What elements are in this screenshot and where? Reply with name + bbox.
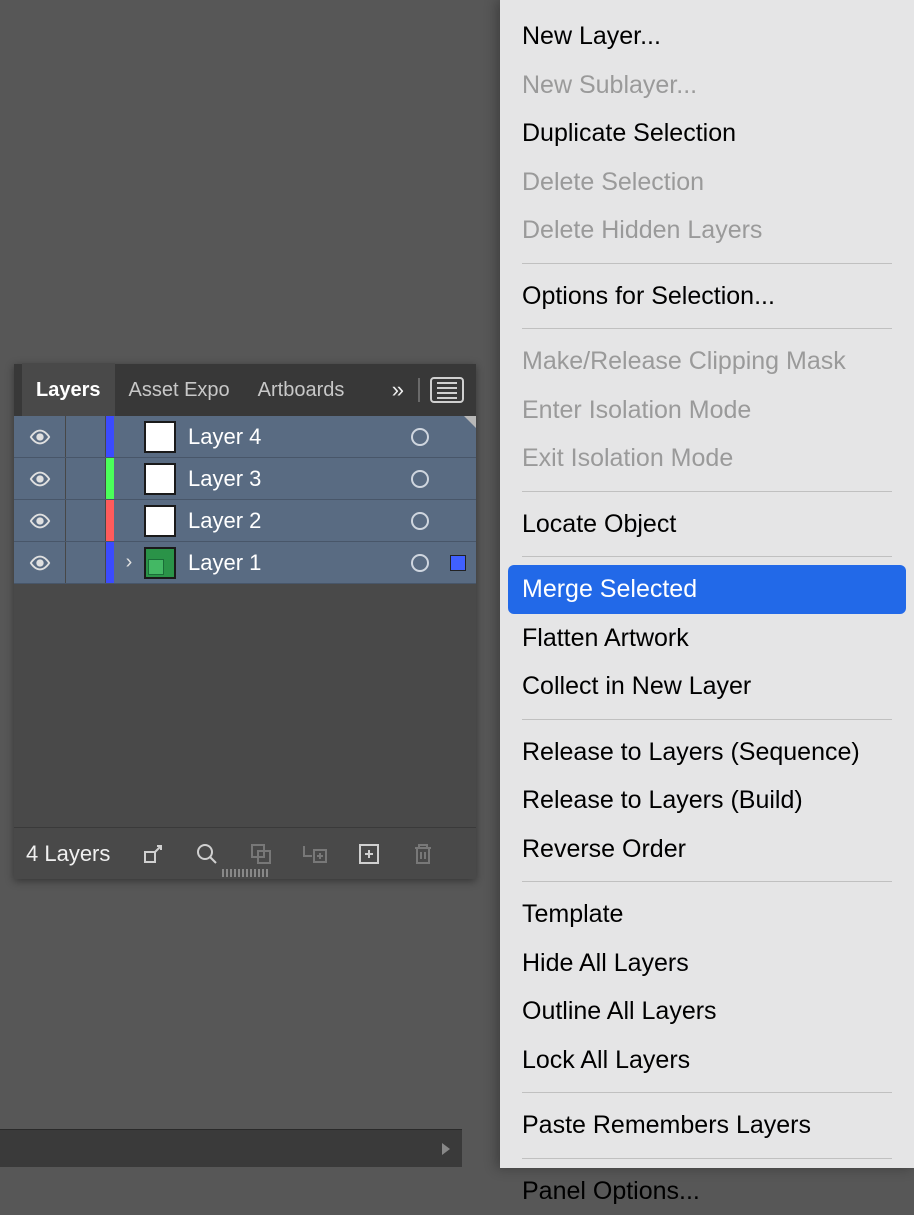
layers-list: Layer 4 Layer 3 Layer 2 › Layer 1 [14,416,476,584]
menu-separator [522,556,892,557]
menu-separator [522,1092,892,1093]
menu-separator [522,881,892,882]
menu-item-new-layer[interactable]: New Layer... [500,12,914,61]
layer-name-label[interactable]: Layer 3 [188,466,400,492]
resize-gripper-icon[interactable] [205,869,285,881]
panel-menu-button[interactable] [430,377,464,403]
layers-panel: Layers Asset Expo Artboards » Layer 4Lay… [14,364,476,879]
layer-row[interactable]: Layer 4 [14,416,476,458]
menu-item-reverse-order[interactable]: Reverse Order [500,825,914,874]
eye-icon [29,468,51,490]
menu-separator [522,491,892,492]
menu-item-duplicate-selection[interactable]: Duplicate Selection [500,109,914,158]
delete-icon[interactable] [410,841,436,867]
menu-item-hide-all-layers[interactable]: Hide All Layers [500,939,914,988]
menu-item-template[interactable]: Template [500,890,914,939]
target-circle-icon [411,428,429,446]
menu-separator [522,719,892,720]
chevron-right-icon: › [126,551,133,574]
target-toggle[interactable] [400,512,440,530]
visibility-toggle[interactable] [14,542,66,583]
menu-item-exit-isolation-mode: Exit Isolation Mode [500,434,914,483]
tabs-overflow-icon[interactable]: » [388,377,408,403]
menu-item-lock-all-layers[interactable]: Lock All Layers [500,1036,914,1085]
menu-separator [522,328,892,329]
menu-item-collect-in-new-layer[interactable]: Collect in New Layer [500,662,914,711]
menu-item-flatten-artwork[interactable]: Flatten Artwork [500,614,914,663]
layer-color-bar [106,542,114,583]
tab-artboards[interactable]: Artboards [244,363,359,418]
layer-color-bar [106,416,114,457]
layer-row[interactable]: Layer 3 [14,458,476,500]
visibility-toggle[interactable] [14,416,66,457]
layer-row[interactable]: Layer 2 [14,500,476,542]
lock-toggle[interactable] [66,416,106,457]
layers-empty-area[interactable] [14,584,476,827]
expand-toggle[interactable]: › [114,551,144,574]
target-toggle[interactable] [400,554,440,572]
layer-name-label[interactable]: Layer 2 [188,508,400,534]
menu-item-options-for-selection[interactable]: Options for Selection... [500,272,914,321]
target-toggle[interactable] [400,470,440,488]
panel-tabs: Layers Asset Expo Artboards » [14,364,476,416]
layer-name-label[interactable]: Layer 4 [188,424,400,450]
menu-item-merge-selected[interactable]: Merge Selected [508,565,906,614]
layer-thumbnail [144,547,176,579]
menu-item-new-sublayer: New Sublayer... [500,61,914,110]
panel-context-menu: New Layer...New Sublayer...Duplicate Sel… [500,0,914,1168]
menu-item-outline-all-layers[interactable]: Outline All Layers [500,987,914,1036]
target-toggle[interactable] [400,428,440,446]
panel-footer: 4 Layers [14,827,476,879]
eye-icon [29,552,51,574]
target-circle-icon [411,554,429,572]
search-icon[interactable] [194,841,220,867]
layer-color-bar [106,458,114,499]
menu-item-paste-remembers-layers[interactable]: Paste Remembers Layers [500,1101,914,1150]
tab-layers[interactable]: Layers [22,363,115,418]
scrollbar-right-icon[interactable] [436,1139,456,1159]
layer-name-label[interactable]: Layer 1 [188,550,400,576]
menu-separator [522,263,892,264]
target-circle-icon [411,470,429,488]
target-circle-icon [411,512,429,530]
layer-count-label: 4 Layers [26,841,110,867]
layer-thumbnail [144,421,176,453]
eye-icon [29,426,51,448]
menu-item-make-release-clipping-mask: Make/Release Clipping Mask [500,337,914,386]
lock-toggle[interactable] [66,542,106,583]
selection-box-icon [450,555,466,571]
clip-mask-icon[interactable] [248,841,274,867]
visibility-toggle[interactable] [14,500,66,541]
menu-item-delete-selection: Delete Selection [500,158,914,207]
visibility-toggle[interactable] [14,458,66,499]
new-layer-icon[interactable] [356,841,382,867]
layer-thumbnail [144,463,176,495]
layer-color-bar [106,500,114,541]
lock-toggle[interactable] [66,500,106,541]
bottom-scrollbar[interactable] [0,1129,462,1167]
menu-item-delete-hidden-layers: Delete Hidden Layers [500,206,914,255]
menu-item-locate-object[interactable]: Locate Object [500,500,914,549]
selection-indicator[interactable] [440,555,476,571]
tab-asset-export[interactable]: Asset Expo [115,363,244,418]
menu-item-release-to-layers-build[interactable]: Release to Layers (Build) [500,776,914,825]
eye-icon [29,510,51,532]
new-sublayer-icon[interactable] [302,841,328,867]
layer-thumbnail [144,505,176,537]
menu-separator [522,1158,892,1159]
layer-row[interactable]: › Layer 1 [14,542,476,584]
menu-item-enter-isolation-mode: Enter Isolation Mode [500,386,914,435]
menu-item-panel-options[interactable]: Panel Options... [500,1167,914,1215]
menu-item-release-to-layers-sequence[interactable]: Release to Layers (Sequence) [500,728,914,777]
export-icon[interactable] [140,841,166,867]
lock-toggle[interactable] [66,458,106,499]
